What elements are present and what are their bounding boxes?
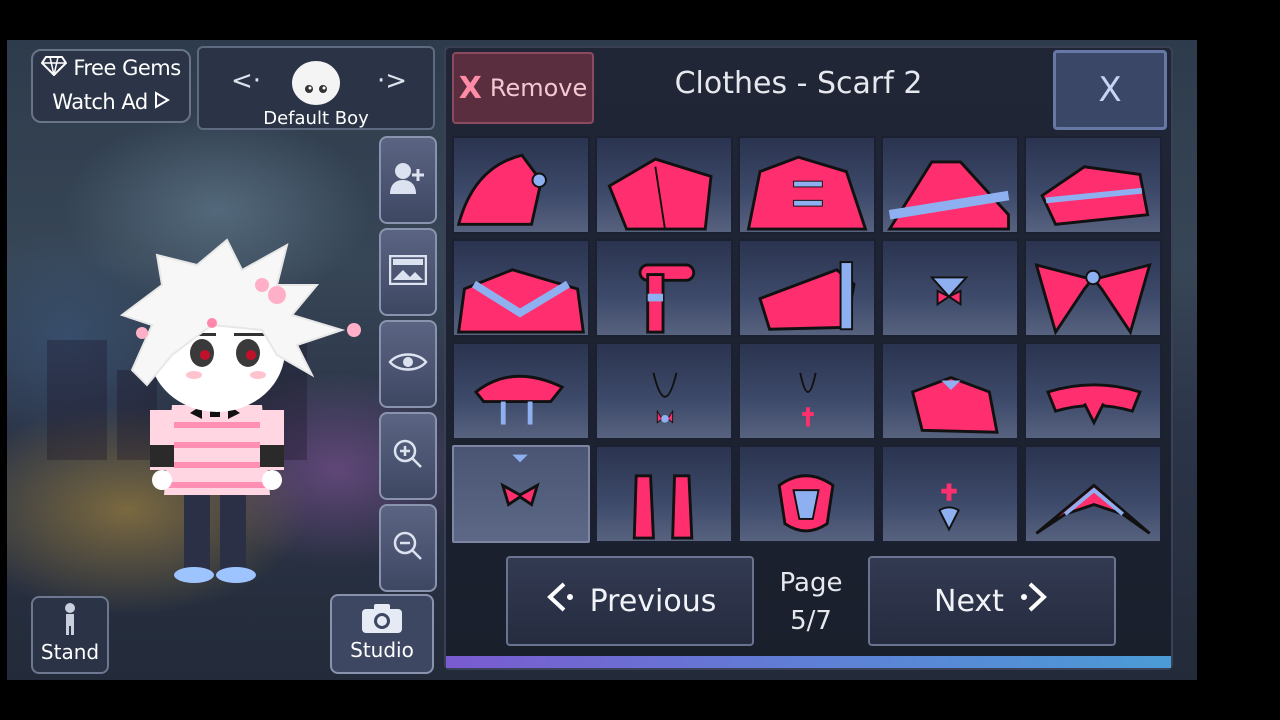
scarf-item-17-icon [632,474,694,540]
zoom-out-button[interactable] [379,504,437,592]
scarf-item-13[interactable] [738,342,876,440]
background-building [47,340,107,460]
scarf-item-10-icon [1034,262,1152,335]
scarf-item-15-icon [1046,383,1142,426]
add-character-icon [390,161,426,199]
background-button[interactable] [379,228,437,316]
scarf-item-20[interactable] [1024,445,1162,543]
scarf-item-7-icon [638,263,696,334]
zoom-in-button[interactable] [379,412,437,500]
page-value: 5/7 [790,606,832,636]
scarf-item-2[interactable] [595,136,733,234]
eye-icon [388,350,428,378]
studio-button[interactable]: Studio [330,594,434,674]
zoom-in-icon [392,438,424,474]
scarf-item-5[interactable] [1024,136,1162,234]
scarf-item-3-icon [746,155,868,231]
studio-label: Studio [350,638,414,662]
scarf-item-1[interactable] [452,136,590,234]
scarf-item-17[interactable] [595,445,733,543]
scarf-item-4-icon [886,160,1010,231]
scarf-item-11-icon [473,374,565,425]
next-arrow-icon [1016,580,1050,622]
scarf-item-6-icon [457,268,585,334]
panel-bottom-bar [446,656,1171,668]
scarf-item-11[interactable] [452,342,590,440]
clothes-panel: X Remove Clothes - Scarf 2 X Previous Pa… [444,46,1173,670]
scarf-item-12[interactable] [595,342,733,440]
preset-name: Default Boy [263,108,369,129]
previous-label: Previous [589,583,717,619]
scarf-item-3[interactable] [738,136,876,234]
item-grid [452,136,1162,543]
remove-button[interactable]: X Remove [452,52,594,124]
scarf-item-12-icon [652,372,678,424]
scarf-item-9[interactable] [881,239,1019,337]
scarf-item-8-icon [758,261,856,331]
preset-selector: <· ·> Default Boy [197,46,435,130]
zoom-out-icon [392,530,424,566]
next-label: Next [934,583,1004,619]
scarf-item-18[interactable] [738,445,876,543]
scarf-item-19-icon [938,483,960,532]
scarf-item-18-icon [777,474,835,533]
play-icon [154,90,170,114]
add-character-button[interactable] [379,136,437,224]
character-preview[interactable] [102,205,392,590]
page-label: Page [779,568,843,598]
scarf-item-16-icon [500,454,540,507]
scarf-item-20-icon [1035,483,1151,535]
background-image-icon [388,254,428,289]
stand-button[interactable]: Stand [31,596,109,674]
hide-ui-button[interactable] [379,320,437,408]
free-gems-label: Free Gems [73,56,181,80]
scarf-item-7[interactable] [595,239,733,337]
scarf-item-16[interactable] [452,445,590,543]
scarf-item-4[interactable] [881,136,1019,234]
close-button[interactable]: X [1053,50,1167,130]
scarf-item-1-icon [456,153,547,226]
scarf-item-8[interactable] [738,239,876,337]
stand-label: Stand [40,640,100,664]
panel-title: Clothes - Scarf 2 [674,66,923,101]
remove-x-icon: X [458,70,482,106]
close-label: X [1098,70,1122,110]
scarf-item-2-icon [607,157,713,231]
watch-ad-label: Watch Ad [52,90,148,114]
preset-avatar [292,61,340,105]
page-indicator: Page 5/7 [776,564,846,640]
previous-preset-arrow-icon[interactable]: <· [231,66,261,96]
scarf-item-5-icon [1040,165,1150,226]
scarf-item-15[interactable] [1024,342,1162,440]
stick-figure-icon [58,603,82,640]
remove-label: Remove [489,74,588,102]
scarf-item-10[interactable] [1024,239,1162,337]
camera-icon [360,604,404,638]
free-gems-watch-ad-button[interactable]: Free Gems Watch Ad [31,49,191,123]
next-preset-arrow-icon[interactable]: ·> [377,66,407,96]
scarf-item-14[interactable] [881,342,1019,440]
scarf-item-19[interactable] [881,445,1019,543]
scarf-item-14-icon [910,376,999,434]
scarf-item-9-icon [929,276,969,307]
scarf-item-13-icon [799,372,817,427]
game-screen: Free Gems Watch Ad <· ·> Default Boy Sta… [7,40,1197,680]
gem-icon [41,55,68,81]
previous-arrow-icon [544,580,578,622]
next-page-button[interactable]: Next [868,556,1116,646]
scarf-item-6[interactable] [452,239,590,337]
previous-page-button[interactable]: Previous [506,556,754,646]
